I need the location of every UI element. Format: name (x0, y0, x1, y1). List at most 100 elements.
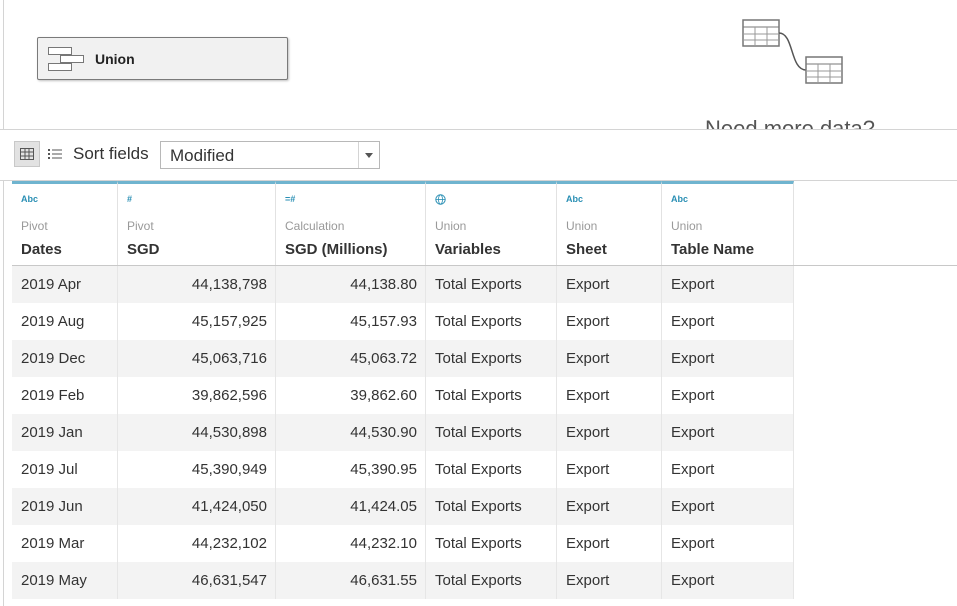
column-origin: Pivot (21, 219, 48, 233)
table-cell: 45,063.72 (276, 340, 426, 377)
column-origin: Union (435, 219, 467, 233)
table-cell: Export (557, 488, 662, 525)
table-cell: Export (557, 562, 662, 599)
table-cell: Total Exports (426, 562, 557, 599)
table-cell: 45,063,716 (118, 340, 276, 377)
left-divider (3, 0, 4, 606)
column-header-variables[interactable]: Union Variables (426, 181, 557, 265)
list-view-icon (48, 149, 62, 159)
number-type-icon[interactable]: # (127, 194, 132, 204)
column-name: Sheet (566, 241, 607, 258)
table-cell: 44,530,898 (118, 414, 276, 451)
table-cell: 2019 Aug (12, 303, 118, 340)
sort-fields-value: Modified (170, 146, 235, 165)
table-cell: Export (662, 266, 794, 303)
column-name: SGD (127, 241, 160, 258)
table-cell: Total Exports (426, 266, 557, 303)
column-origin: Union (671, 219, 703, 233)
table-cell: Export (557, 340, 662, 377)
table-cell: Total Exports (426, 451, 557, 488)
table-cell: 45,157.93 (276, 303, 426, 340)
table-cell: 2019 Feb (12, 377, 118, 414)
string-type-icon[interactable]: Abc (566, 194, 583, 204)
table-cell: Export (662, 414, 794, 451)
table-row[interactable]: 2019 Dec 45,063,716 45,063.72 Total Exports… (12, 340, 794, 377)
table-cell: Total Exports (426, 488, 557, 525)
table-cell: Export (557, 414, 662, 451)
column-name: SGD (Millions) (285, 241, 388, 258)
table-cell: Export (662, 340, 794, 377)
table-cell: 44,138.80 (276, 266, 426, 303)
table-cell: 39,862.60 (276, 377, 426, 414)
union-label: Union (95, 51, 135, 67)
table-cell: 41,424.05 (276, 488, 426, 525)
table-cell: 45,390,949 (118, 451, 276, 488)
calculated-number-type-icon[interactable]: =# (285, 194, 295, 204)
table-cell: 2019 May (12, 562, 118, 599)
table-cell: Export (557, 451, 662, 488)
table-cell: 39,862,596 (118, 377, 276, 414)
grid-view-icon (20, 148, 34, 160)
table-cell: Export (557, 303, 662, 340)
column-header-sheet[interactable]: Abc Union Sheet (557, 181, 662, 265)
grid-view-button[interactable] (14, 141, 40, 167)
chevron-down-icon (365, 153, 373, 158)
column-name: Table Name (671, 241, 755, 258)
table-cell: Total Exports (426, 340, 557, 377)
table-cell: 2019 Mar (12, 525, 118, 562)
table-cell: Total Exports (426, 377, 557, 414)
table-cell: 2019 Jan (12, 414, 118, 451)
table-cell: 2019 Apr (12, 266, 118, 303)
dropdown-separator (358, 142, 359, 168)
column-origin: Calculation (285, 219, 345, 233)
table-cell: Total Exports (426, 525, 557, 562)
sort-fields-label: Sort fields (73, 144, 149, 163)
column-name: Variables (435, 241, 501, 258)
table-cell: Total Exports (426, 414, 557, 451)
table-row[interactable]: 2019 Jun 41,424,050 41,424.05 Total Exports… (12, 488, 794, 525)
table-cell: 45,157,925 (118, 303, 276, 340)
table-cell: 45,390.95 (276, 451, 426, 488)
column-origin: Pivot (127, 219, 154, 233)
table-cell: 44,232,102 (118, 525, 276, 562)
table-row[interactable]: 2019 Apr 44,138,798 44,138.80 Total Exports… (12, 266, 794, 303)
table-cell: 46,631.55 (276, 562, 426, 599)
column-header-sgd-millions[interactable]: =# Calculation SGD (Millions) (276, 181, 426, 265)
connected-tables-icon (742, 18, 846, 93)
table-cell: Export (662, 451, 794, 488)
table-row[interactable]: 2019 May 46,631,547 46,631.55 Total Exports… (12, 562, 794, 599)
table-cell: 44,138,798 (118, 266, 276, 303)
column-name: Dates (21, 241, 62, 258)
union-node[interactable]: Union (37, 37, 288, 80)
union-icon (48, 47, 86, 77)
string-type-icon[interactable]: Abc (671, 194, 688, 204)
need-more-data-link[interactable]: Need more data? (705, 116, 875, 129)
sort-fields-dropdown[interactable]: Modified (160, 141, 380, 169)
table-cell: 2019 Dec (12, 340, 118, 377)
table-cell: Export (662, 488, 794, 525)
column-origin: Union (566, 219, 598, 233)
table-cell: 44,232.10 (276, 525, 426, 562)
list-view-button[interactable] (46, 145, 64, 163)
table-cell: 2019 Jul (12, 451, 118, 488)
table-row[interactable]: 2019 Jul 45,390,949 45,390.95 Total Exports… (12, 451, 794, 488)
table-cell: Export (662, 525, 794, 562)
column-header-sgd[interactable]: # Pivot SGD (118, 181, 276, 265)
globe-type-icon[interactable] (435, 194, 446, 207)
table-cell: Export (557, 266, 662, 303)
table-cell: 2019 Jun (12, 488, 118, 525)
table-row[interactable]: 2019 Mar 44,232,102 44,232.10 Total Exports… (12, 525, 794, 562)
table-row[interactable]: 2019 Jan 44,530,898 44,530.90 Total Exports… (12, 414, 794, 451)
table-row[interactable]: 2019 Aug 45,157,925 45,157.93 Total Exports… (12, 303, 794, 340)
table-cell: Export (557, 525, 662, 562)
column-header-table-name[interactable]: Abc Union Table Name (662, 181, 794, 265)
table-cell: Export (662, 377, 794, 414)
flow-canvas[interactable]: Union Need more data? (0, 0, 957, 130)
table-cell: Export (662, 562, 794, 599)
string-type-icon[interactable]: Abc (21, 194, 38, 204)
column-header-dates[interactable]: Abc Pivot Dates (12, 181, 118, 265)
table-row[interactable]: 2019 Feb 39,862,596 39,862.60 Total Exports… (12, 377, 794, 414)
table-cell: 46,631,547 (118, 562, 276, 599)
table-cell: 44,530.90 (276, 414, 426, 451)
table-cell: Export (662, 303, 794, 340)
